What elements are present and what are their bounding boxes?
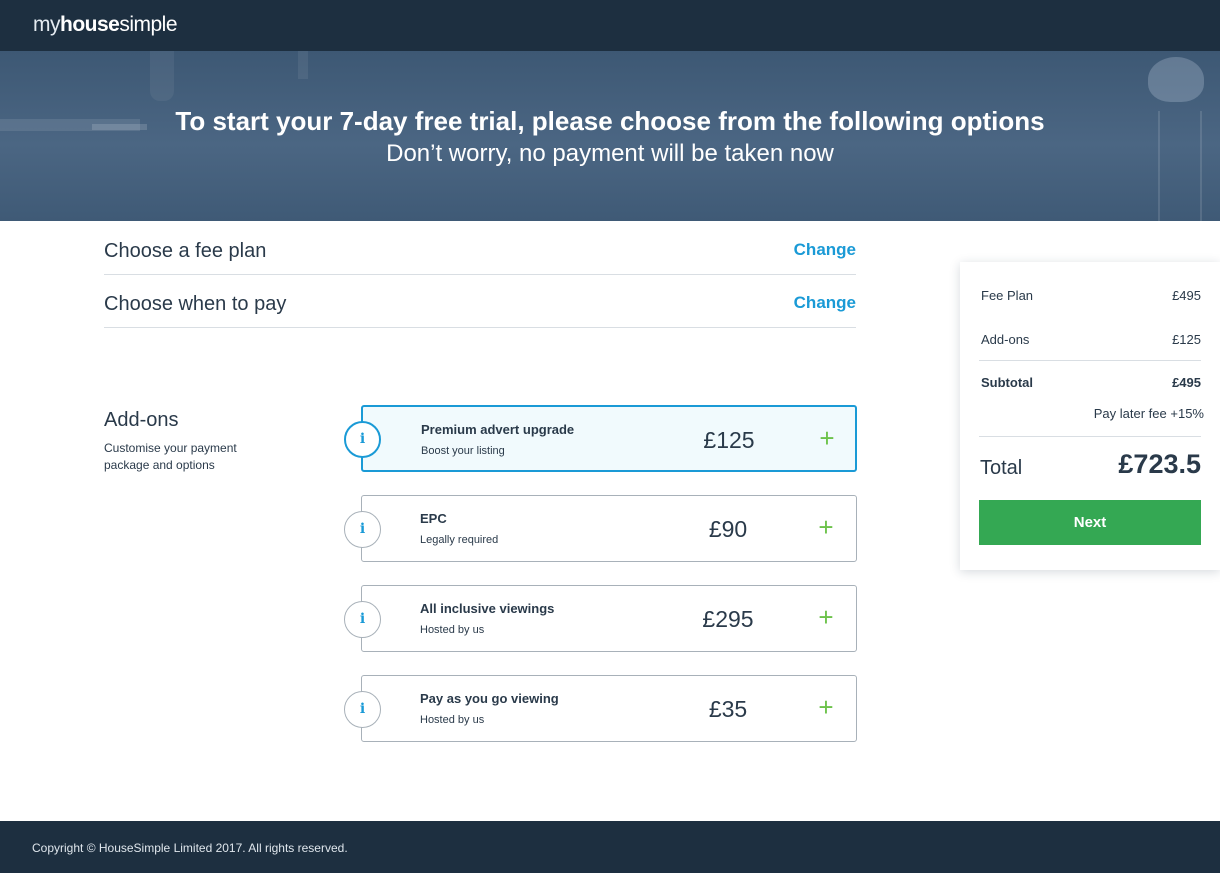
- summary-addons-label: Add-ons: [981, 332, 1030, 347]
- addon-card-all-inclusive-viewings[interactable]: i All inclusive viewings Hosted by us £2…: [344, 585, 857, 652]
- summary-subtotal-row: Subtotal £495: [981, 375, 1201, 390]
- summary-divider: [979, 360, 1201, 361]
- page-subtitle: Don’t worry, no payment will be taken no…: [386, 140, 834, 167]
- step-fee-plan: Choose a fee plan Change: [104, 222, 856, 275]
- info-icon[interactable]: i: [344, 511, 381, 548]
- addon-price: £90: [708, 516, 748, 542]
- addon-price: £295: [702, 606, 754, 632]
- housesimple-logo[interactable]: myhousesimple: [33, 13, 178, 37]
- addon-name: Premium advert upgrade: [421, 422, 575, 437]
- hero-background-lamp: [150, 51, 174, 101]
- info-icon[interactable]: i: [344, 691, 381, 728]
- top-navigation-bar: myhousesimple: [0, 0, 1220, 51]
- hero-banner: To start your 7-day free trial, please c…: [0, 51, 1220, 221]
- addon-price: £125: [703, 427, 755, 453]
- info-icon[interactable]: i: [344, 421, 381, 458]
- plus-icon[interactable]: +: [815, 424, 839, 452]
- info-icon[interactable]: i: [344, 601, 381, 638]
- summary-fee-plan-row: Fee Plan £495: [981, 288, 1201, 303]
- summary-subtotal-value: £495: [1172, 375, 1201, 390]
- hero-background-plant: [1148, 57, 1204, 102]
- summary-fee-plan-value: £495: [1172, 288, 1201, 303]
- addon-price: £35: [708, 696, 748, 722]
- addons-description: Customise your payment package and optio…: [104, 441, 237, 472]
- pay-later-fee-label: Pay later fee: [1093, 406, 1167, 421]
- step-when-to-pay-label: Choose when to pay: [104, 293, 287, 315]
- summary-divider: [979, 436, 1201, 437]
- step-fee-plan-label: Choose a fee plan: [104, 240, 267, 262]
- hero-background-vase: [298, 51, 308, 79]
- addon-subtitle: Legally required: [420, 534, 499, 546]
- order-summary-panel: Fee Plan £495 Add-ons £125 Subtotal £495…: [960, 262, 1220, 570]
- addons-heading: Add-ons: [104, 409, 179, 431]
- addon-name: Pay as you go viewing: [420, 691, 559, 706]
- addon-card-premium-advert[interactable]: i Premium advert upgrade Boost your list…: [344, 405, 857, 472]
- addon-subtitle: Hosted by us: [420, 624, 485, 636]
- addon-subtitle: Hosted by us: [420, 714, 485, 726]
- total-label: Total: [980, 457, 1023, 479]
- footer: Copyright © HouseSimple Limited 2017. Al…: [0, 821, 1220, 873]
- plus-icon[interactable]: +: [814, 603, 838, 631]
- summary-addons-value: £125: [1172, 332, 1201, 347]
- plus-icon[interactable]: +: [814, 513, 838, 541]
- next-button[interactable]: Next: [979, 500, 1201, 545]
- addon-card-pay-as-you-go-viewing[interactable]: i Pay as you go viewing Hosted by us £35…: [344, 675, 857, 742]
- summary-fee-plan-label: Fee Plan: [981, 288, 1034, 303]
- page-title: To start your 7-day free trial, please c…: [175, 106, 1045, 136]
- addon-card-epc[interactable]: i EPC Legally required £90 +: [344, 495, 857, 562]
- summary-addons-row: Add-ons £125: [981, 332, 1201, 347]
- step-when-to-pay: Choose when to pay Change: [104, 275, 856, 328]
- change-when-to-pay-link[interactable]: Change: [794, 293, 856, 313]
- summary-subtotal-label: Subtotal: [981, 375, 1033, 390]
- addon-name: EPC: [420, 511, 447, 526]
- addon-name: All inclusive viewings: [420, 601, 555, 616]
- plus-icon[interactable]: +: [814, 693, 838, 721]
- pay-later-fee-value: +15%: [1170, 406, 1204, 421]
- change-fee-plan-link[interactable]: Change: [794, 240, 856, 260]
- pay-later-fee: Pay later fee +15%: [1094, 406, 1204, 421]
- total-value: £723.5: [1118, 449, 1201, 479]
- copyright-text: Copyright © HouseSimple Limited 2017. Al…: [32, 841, 348, 855]
- addon-subtitle: Boost your listing: [421, 445, 505, 457]
